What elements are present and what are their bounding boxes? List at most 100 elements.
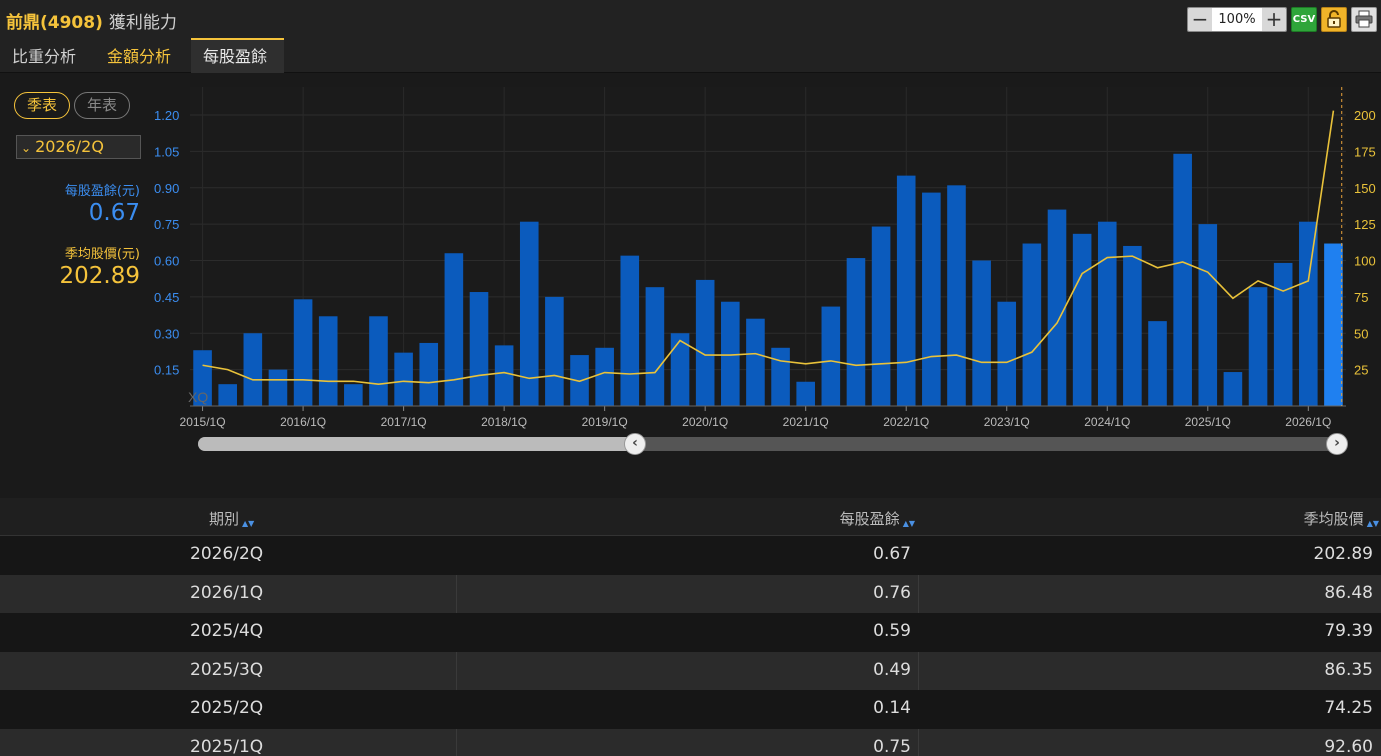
sort-icon: ▲▼ bbox=[902, 519, 915, 528]
x-axis-tick: 2024/1Q bbox=[1084, 415, 1130, 429]
x-axis-tick: 2016/1Q bbox=[280, 415, 326, 429]
table-row[interactable]: 2025/3Q 0.49 86.35 bbox=[0, 651, 1381, 691]
scroll-left-handle[interactable]: ‹ bbox=[624, 433, 646, 455]
x-axis-tick: 2020/1Q bbox=[682, 415, 728, 429]
eps-bar bbox=[369, 316, 388, 406]
column-divider bbox=[918, 651, 919, 691]
column-divider bbox=[456, 651, 457, 691]
eps-bar bbox=[268, 369, 288, 406]
left-axis-tick: 0.75 bbox=[154, 217, 179, 232]
right-axis-tick: 200 bbox=[1354, 108, 1376, 123]
xq-watermark: XQ bbox=[188, 389, 208, 405]
cell-price: 74.25 bbox=[1324, 698, 1373, 719]
zoom-in-button[interactable]: + bbox=[1262, 7, 1286, 31]
cell-period: 2025/3Q bbox=[190, 659, 264, 680]
zoom-out-button[interactable]: − bbox=[1188, 7, 1212, 31]
right-axis-tick: 75 bbox=[1354, 290, 1368, 305]
eps-bar bbox=[1223, 372, 1243, 406]
column-divider bbox=[456, 574, 457, 614]
lock-icon bbox=[1327, 10, 1341, 28]
eps-bar bbox=[1148, 321, 1167, 406]
eps-bar bbox=[695, 279, 715, 406]
eps-bar bbox=[1299, 221, 1318, 406]
eps-bar bbox=[1173, 153, 1192, 406]
header-period-label: 期別 bbox=[209, 510, 240, 528]
eps-bar bbox=[1047, 209, 1067, 406]
eps-bar bbox=[545, 296, 564, 406]
eps-bar bbox=[1324, 243, 1343, 406]
eps-bar bbox=[218, 384, 237, 406]
column-divider bbox=[456, 728, 457, 756]
right-axis-tick: 175 bbox=[1354, 144, 1376, 159]
eps-bar bbox=[620, 255, 640, 406]
table-row[interactable]: 2025/2Q 0.14 74.25 bbox=[0, 690, 1381, 729]
x-axis-tick: 2026/1Q bbox=[1285, 415, 1331, 429]
csv-export-button[interactable]: CSV bbox=[1291, 6, 1317, 32]
tab-amount-analysis[interactable]: 金額分析 bbox=[95, 38, 183, 73]
table-row[interactable]: 2026/1Q 0.76 86.48 bbox=[0, 574, 1381, 614]
cell-eps: 0.59 bbox=[873, 621, 911, 642]
eps-bar bbox=[243, 333, 263, 406]
x-axis-tick: 2015/1Q bbox=[180, 415, 226, 429]
printer-icon bbox=[1355, 10, 1373, 28]
tab-eps[interactable]: 每股盈餘 bbox=[191, 38, 284, 73]
table-row[interactable]: 2025/4Q 0.59 79.39 bbox=[0, 613, 1381, 652]
cell-eps: 0.14 bbox=[873, 698, 911, 719]
tab-ratio-analysis[interactable]: 比重分析 bbox=[0, 38, 88, 73]
right-axis-tick: 25 bbox=[1354, 363, 1368, 378]
header-price[interactable]: 季均股價 ▲▼ bbox=[1304, 508, 1379, 529]
eps-bar bbox=[394, 352, 413, 406]
plot-area bbox=[190, 87, 1346, 406]
eps-bar bbox=[821, 306, 841, 406]
stock-name: 前鼎(4908) bbox=[6, 13, 103, 33]
cell-eps: 0.67 bbox=[873, 544, 911, 564]
cell-price: 202.89 bbox=[1313, 544, 1373, 564]
header-bar: 前鼎(4908) 獲利能力 − 100% + CSV bbox=[0, 0, 1381, 38]
right-axis-tick: 150 bbox=[1354, 181, 1376, 196]
cell-period: 2026/1Q bbox=[190, 582, 264, 603]
x-axis-tick: 2025/1Q bbox=[1185, 415, 1231, 429]
eps-bar bbox=[344, 384, 363, 406]
cell-period: 2025/2Q bbox=[190, 698, 264, 719]
header-period[interactable]: 期別 ▲▼ bbox=[209, 508, 254, 529]
table-row[interactable]: 2025/1Q 0.75 92.60 bbox=[0, 728, 1381, 756]
cell-eps: 0.49 bbox=[873, 659, 911, 680]
cell-period: 2025/1Q bbox=[190, 736, 264, 756]
section-title: 獲利能力 bbox=[108, 13, 177, 33]
eps-table: 期別 ▲▼ 每股盈餘 ▲▼ 季均股價 ▲▼ 2026/2Q 0.67 202.89 2… bbox=[0, 498, 1381, 756]
column-divider bbox=[918, 728, 919, 756]
header-eps[interactable]: 每股盈餘 ▲▼ bbox=[840, 508, 915, 529]
eps-bar bbox=[997, 301, 1017, 406]
eps-bar bbox=[444, 253, 464, 406]
left-axis-tick: 0.15 bbox=[154, 363, 179, 378]
eps-bar bbox=[871, 226, 891, 406]
chart-scroll-thumb[interactable] bbox=[198, 437, 638, 451]
x-axis-tick: 2019/1Q bbox=[582, 415, 628, 429]
chevron-right-icon: › bbox=[1334, 435, 1340, 451]
scroll-right-handle[interactable]: › bbox=[1326, 433, 1348, 455]
cell-eps: 0.75 bbox=[873, 736, 911, 756]
chevron-left-icon: ‹ bbox=[632, 435, 638, 451]
sort-icon: ▲▼ bbox=[242, 519, 255, 528]
cell-price: 92.60 bbox=[1324, 736, 1373, 756]
eps-bar bbox=[721, 301, 740, 406]
x-axis-tick: 2021/1Q bbox=[783, 415, 829, 429]
eps-bar bbox=[1072, 233, 1092, 406]
eps-bar bbox=[846, 258, 866, 406]
eps-bar bbox=[469, 292, 489, 406]
right-axis-tick: 100 bbox=[1354, 254, 1376, 269]
x-axis-tick: 2022/1Q bbox=[883, 415, 929, 429]
eps-bar bbox=[318, 316, 338, 406]
left-axis-tick: 1.05 bbox=[154, 144, 179, 159]
x-axis-tick: 2018/1Q bbox=[481, 415, 527, 429]
eps-bar bbox=[1198, 224, 1218, 406]
table-row[interactable]: 2026/2Q 0.67 202.89 bbox=[0, 536, 1381, 575]
print-button[interactable] bbox=[1351, 6, 1377, 32]
eps-bar bbox=[947, 185, 966, 406]
toolbar: − 100% + CSV bbox=[1187, 6, 1377, 32]
eps-bar bbox=[972, 260, 991, 406]
lock-button[interactable] bbox=[1321, 6, 1347, 32]
csv-icon: CSV bbox=[1292, 13, 1316, 25]
minus-icon: − bbox=[1191, 7, 1209, 31]
eps-bar bbox=[896, 175, 916, 406]
